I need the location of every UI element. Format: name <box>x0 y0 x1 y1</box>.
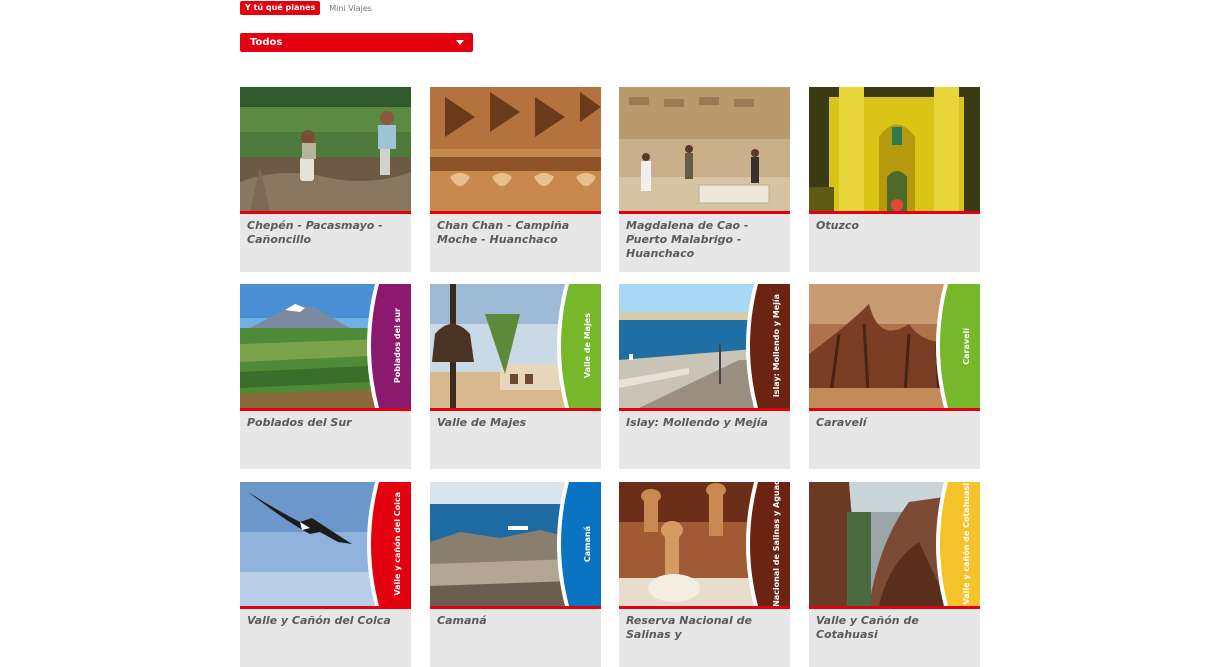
destination-photo[interactable]: Reserva Nacional de Salinas y Aguada Bla… <box>619 482 790 606</box>
destination-title[interactable]: Caravelí <box>816 416 974 430</box>
destination-title[interactable]: Chepén - Pacasmayo - Cañoncillo <box>247 219 405 247</box>
category-filter-select[interactable]: Todos <box>240 33 473 52</box>
destination-photo[interactable]: Caravelí <box>809 284 980 408</box>
destination-card[interactable]: Chepén - Pacasmayo - Cañoncillo <box>240 87 411 272</box>
destination-title[interactable]: Valle y Cañón de Cotahuasi <box>816 614 974 642</box>
card-divider <box>430 408 601 411</box>
band-label: Caravelí <box>961 327 971 365</box>
destination-photo[interactable]: Valle y cañón del Colca <box>240 482 411 606</box>
band-label: Camaná <box>582 525 592 563</box>
destination-title[interactable]: Poblados del Sur <box>247 416 405 430</box>
band-label: Valle y cañón del Colca <box>392 492 402 596</box>
tab-bar: Y tú qué planes Mini Viajes <box>240 1 372 15</box>
destination-card[interactable]: Reserva Nacional de Salinas y Aguada Bla… <box>619 482 790 667</box>
band-label: Islay: Mollendo y Mejía <box>771 294 781 398</box>
destination-card[interactable]: Caravelí Caravelí <box>809 284 980 469</box>
destination-photo[interactable] <box>240 87 411 211</box>
band-label: Valle de Majes <box>582 313 592 379</box>
card-divider <box>619 408 790 411</box>
destination-photo[interactable]: Poblados del sur <box>240 284 411 408</box>
tab-y-tu-que-planes[interactable]: Y tú qué planes <box>240 1 321 15</box>
chevron-down-icon <box>456 40 464 45</box>
destination-card[interactable]: Valle de Majes Valle de Majes <box>430 284 601 469</box>
card-divider <box>619 211 790 214</box>
card-divider <box>809 408 980 411</box>
destination-photo[interactable]: Islay: Mollendo y Mejía <box>619 284 790 408</box>
destination-card[interactable]: Islay: Mollendo y Mejía Islay: Mollendo y… <box>619 284 790 469</box>
card-divider <box>430 606 601 609</box>
destination-card[interactable]: Valle y cañón del Colca Valle y Cañón del… <box>240 482 411 667</box>
destination-title[interactable]: Chan Chan - Campiña Moche - Huanchaco <box>437 219 595 247</box>
card-divider <box>240 211 411 214</box>
band-label: Poblados del sur <box>392 308 402 384</box>
destination-card[interactable]: Magdalena de Cao - Puerto Malabrigo - Hu… <box>619 87 790 272</box>
card-divider <box>240 606 411 609</box>
destination-photo[interactable] <box>809 87 980 211</box>
band-label: Reserva Nacional de Salinas y Aguada Bla… <box>771 482 781 606</box>
destination-title[interactable]: Reserva Nacional de Salinas y <box>626 614 784 642</box>
destination-title[interactable]: Magdalena de Cao - Puerto Malabrigo - Hu… <box>626 219 784 261</box>
card-divider <box>619 606 790 609</box>
destination-card[interactable]: Otuzco <box>809 87 980 272</box>
destination-photo[interactable]: Valle de Majes <box>430 284 601 408</box>
filter-selected-label: Todos <box>250 37 283 48</box>
destination-photo[interactable] <box>430 87 601 211</box>
destination-photo[interactable] <box>619 87 790 211</box>
destination-photo[interactable]: Camaná <box>430 482 601 606</box>
destination-title[interactable]: Islay: Mollendo y Mejía <box>626 416 784 430</box>
card-divider <box>430 211 601 214</box>
destination-title[interactable]: Otuzco <box>816 219 974 233</box>
destination-title[interactable]: Valle de Majes <box>437 416 595 430</box>
destination-card[interactable]: Chan Chan - Campiña Moche - Huanchaco <box>430 87 601 272</box>
destination-card[interactable]: Valle y cañón de Cotahuasi Valle y Cañón … <box>809 482 980 667</box>
destination-card[interactable]: Poblados del sur Poblados del Sur <box>240 284 411 469</box>
band-label: Valle y cañón de Cotahuasi <box>961 483 971 605</box>
card-divider <box>809 606 980 609</box>
destination-card[interactable]: Camaná Camaná <box>430 482 601 667</box>
card-divider <box>809 211 980 214</box>
card-divider <box>240 408 411 411</box>
tab-mini-viajes[interactable]: Mini Viajes <box>329 4 372 13</box>
destination-photo[interactable]: Valle y cañón de Cotahuasi <box>809 482 980 606</box>
